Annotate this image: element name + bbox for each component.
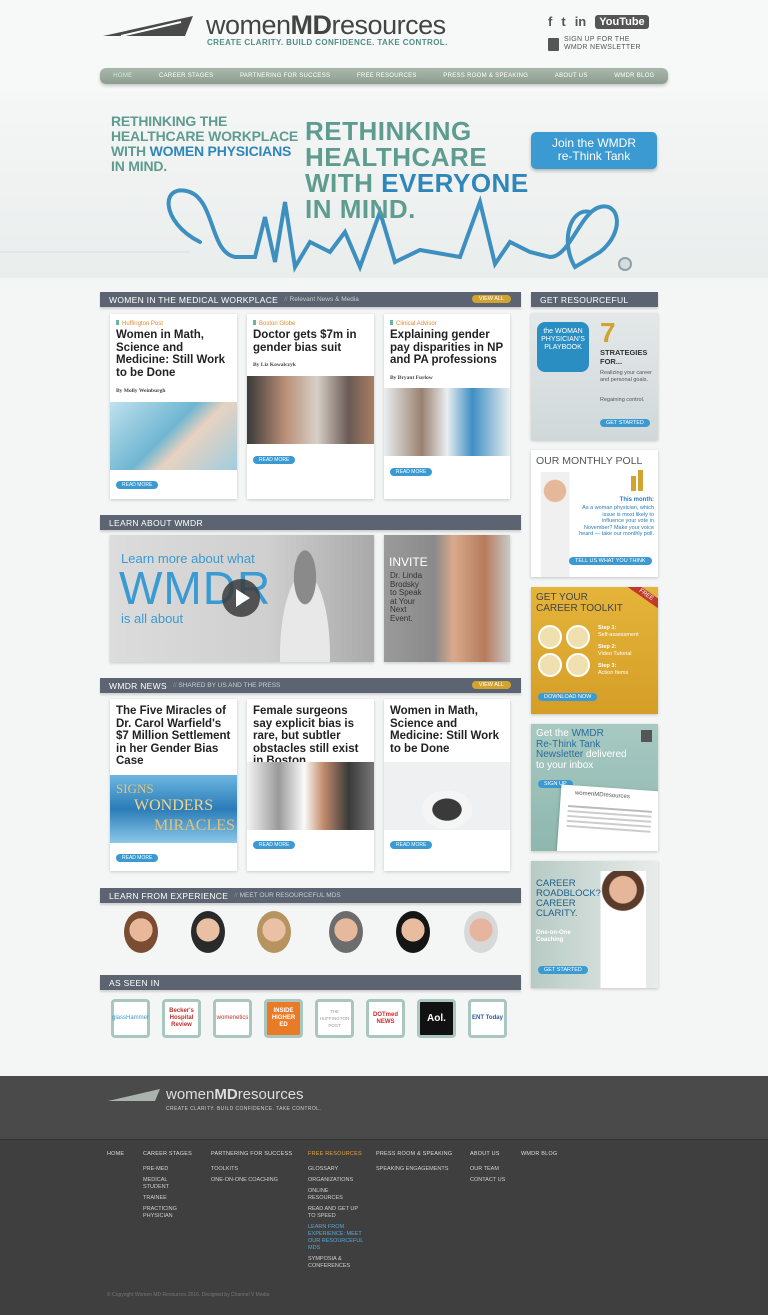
miracles-image: SIGNS WONDERS MIRACLES [110, 775, 237, 843]
press-logo-ent-today[interactable]: ENT Today [468, 999, 507, 1038]
section-header-learn: LEARN ABOUT WMDR [100, 515, 521, 530]
footer-col-blog: WMDR BLOG [521, 1151, 558, 1157]
expert-avatar[interactable] [396, 911, 430, 953]
nav-home[interactable]: HOME [113, 73, 132, 79]
sidebar-header: GET RESOURCEFUL [531, 292, 658, 307]
coaching-promo[interactable]: CAREER ROADBLOCK? CAREER CLARITY. One-on-On… [531, 861, 658, 988]
news-card[interactable]: Huffington Post Women in Math, Science a… [110, 314, 237, 499]
news-card[interactable]: The Five Miracles of Dr. Carol Warfield'… [110, 699, 237, 871]
footer-logo-swoosh-icon [108, 1089, 160, 1101]
section-header-news: WMDR NEWS SHARED BY US AND THE PRESS VIE… [100, 678, 521, 693]
coach-photo [593, 871, 653, 988]
expert-avatar[interactable] [329, 911, 363, 953]
action-icon [566, 653, 590, 677]
footer-logo[interactable]: womenMDresources [166, 1086, 304, 1103]
read-more-button[interactable]: READ MORE [253, 456, 296, 464]
invite-speaker-promo[interactable]: INVITE Dr. Linda Brodsky to Speak at Your Ne… [384, 535, 510, 662]
hero-headline: RETHINKING HEALTHCARE WITH EVERYONE IN M… [305, 116, 529, 224]
expert-avatar[interactable] [124, 911, 158, 953]
surgeon-hand-photo [247, 762, 374, 830]
press-logo-huffington[interactable]: THE HUFFINGTON POST [315, 999, 354, 1038]
tell-us-button[interactable]: TELL US WHAT YOU THINK [569, 557, 652, 565]
professionals-photo [384, 388, 510, 456]
logo-swoosh-icon [103, 16, 193, 37]
nav-partnering[interactable]: PARTNERING FOR SUCCESS [240, 73, 330, 79]
hero-left-tagline: RETHINKING THE HEALTHCARE WORKPLACE WITH… [111, 113, 299, 174]
expert-avatar[interactable] [464, 911, 498, 953]
read-more-button[interactable]: READ MORE [390, 841, 433, 849]
video-icon [538, 653, 562, 677]
nav-blog[interactable]: WMDR BLOG [614, 73, 654, 79]
section-header-seen: AS SEEN IN [100, 975, 521, 990]
play-icon[interactable] [222, 579, 260, 617]
nav-press-room[interactable]: PRESS ROOM & SPEAKING [443, 73, 528, 79]
section-header-workplace: WOMEN IN THE MEDICAL WORKPLACE Relevant … [100, 292, 521, 307]
monthly-poll[interactable]: OUR MONTHLY POLL This month: As a woman … [531, 450, 658, 577]
main-nav: HOME CAREER STAGES PARTNERING FOR SUCCES… [100, 68, 668, 84]
press-logo-inside-higher-ed[interactable]: INSIDE HIGHER ED [264, 999, 303, 1038]
read-more-button[interactable]: READ MORE [116, 854, 159, 862]
facebook-icon[interactable]: f [548, 14, 552, 29]
newsletter-promo[interactable]: Get the WMDR Re-Think Tank Newsletter de… [531, 724, 658, 851]
expert-avatar[interactable] [191, 911, 225, 953]
copyright: © Copyright Women MD Resources 2016. Des… [107, 1292, 270, 1298]
press-logo-dotmed[interactable]: DOTmed NEWS [366, 999, 405, 1038]
news-card[interactable]: Women in Math, Science and Medicine: Sti… [384, 699, 510, 871]
nav-about-us[interactable]: ABOUT US [555, 73, 588, 79]
read-more-button[interactable]: READ MORE [390, 468, 433, 476]
press-logo-aol[interactable]: Aol. [417, 999, 456, 1038]
expert-avatar[interactable] [257, 911, 291, 953]
scientist-photo [110, 402, 237, 470]
section-header-experience: LEARN FROM EXPERIENCE MEET OUR RESOURCEF… [100, 888, 521, 903]
press-logo-womenetics[interactable]: womenetics [213, 999, 252, 1038]
linkedin-icon[interactable]: in [575, 14, 587, 29]
playbook-promo[interactable]: the WOMAN PHYSICIAN'S PLAYBOOK 7 STRATEGIE… [531, 313, 658, 440]
nav-free-resources[interactable]: FREE RESOURCES [357, 73, 417, 79]
newsletter-icon [641, 730, 652, 742]
meeting-photo [247, 376, 374, 444]
footer-col-resources: FREE RESOURCES GLOSSARY ORGANIZATIONS ON… [308, 1151, 364, 1269]
press-logo-beckers[interactable]: Becker's Hospital Review [162, 999, 201, 1038]
read-more-button[interactable]: READ MORE [253, 841, 296, 849]
news-card[interactable]: Female surgeons say explicit bias is rar… [247, 699, 374, 871]
join-think-tank-button[interactable]: Join the WMDR re-Think Tank [531, 132, 657, 169]
twitter-icon[interactable]: t [561, 14, 565, 29]
press-logo-glasshammer[interactable]: glassHammer [111, 999, 150, 1038]
doctor-photo [384, 762, 510, 830]
get-started-button[interactable]: GET STARTED [538, 966, 588, 974]
download-now-button[interactable]: DOWNLOAD NOW [538, 693, 598, 701]
site-logo[interactable]: womenMDresources [206, 10, 446, 41]
youtube-icon[interactable]: YouTube [595, 14, 649, 29]
career-toolkit-promo[interactable]: GET YOUR CAREER TOOLKIT FREE Step 1: Self-… [531, 587, 658, 714]
footer-col-partnering: PARTNERING FOR SUCCESS TOOLKITS ONE-ON-O… [211, 1151, 293, 1183]
presenter-photo [270, 541, 340, 662]
footer-col-about: ABOUT US OUR TEAM CONTACT US [470, 1151, 506, 1183]
footer-col-home: HOME [107, 1151, 125, 1157]
footer-col-career: CAREER STAGES PRE-MED MEDICAL STUDENT TR… [143, 1151, 192, 1219]
site-header: womenMDresources CREATE CLARITY. BUILD C… [0, 0, 768, 92]
poll-chart-icon [631, 476, 636, 491]
assessment-icon [538, 625, 562, 649]
page: womenMDresources CREATE CLARITY. BUILD C… [0, 0, 768, 1315]
newsletter-signup-link[interactable]: SIGN UP FOR THE WMDR NEWSLETTER [548, 36, 641, 52]
hero-banner: RETHINKING THE HEALTHCARE WORKPLACE WITH… [0, 92, 768, 278]
home-icon [566, 625, 590, 649]
read-more-button[interactable]: READ MORE [116, 481, 159, 489]
news-card[interactable]: Clinical Advisor Explaining gender pay d… [384, 314, 510, 499]
view-all-button[interactable]: VIEW ALL [471, 681, 511, 689]
site-tagline: CREATE CLARITY. BUILD CONFIDENCE. TAKE C… [207, 38, 448, 47]
playbook-cover: the WOMAN PHYSICIAN'S PLAYBOOK [537, 322, 589, 372]
site-footer: womenMDresources CREATE CLARITY. BUILD C… [0, 1076, 768, 1315]
newsletter-preview: womenMDresources [556, 784, 658, 851]
newsletter-icon [548, 37, 559, 51]
get-started-button[interactable]: GET STARTED [600, 419, 650, 427]
about-video-player[interactable]: Learn more about what WMDR is all about [110, 535, 374, 662]
social-links: f t in YouTube [548, 14, 649, 29]
news-card[interactable]: Boston Globe Doctor gets $7m in gender b… [247, 314, 374, 499]
footer-col-press: PRESS ROOM & SPEAKING SPEAKING ENGAGEMEN… [376, 1151, 453, 1172]
nav-career-stages[interactable]: CAREER STAGES [159, 73, 213, 79]
view-all-button[interactable]: VIEW ALL [471, 295, 511, 303]
